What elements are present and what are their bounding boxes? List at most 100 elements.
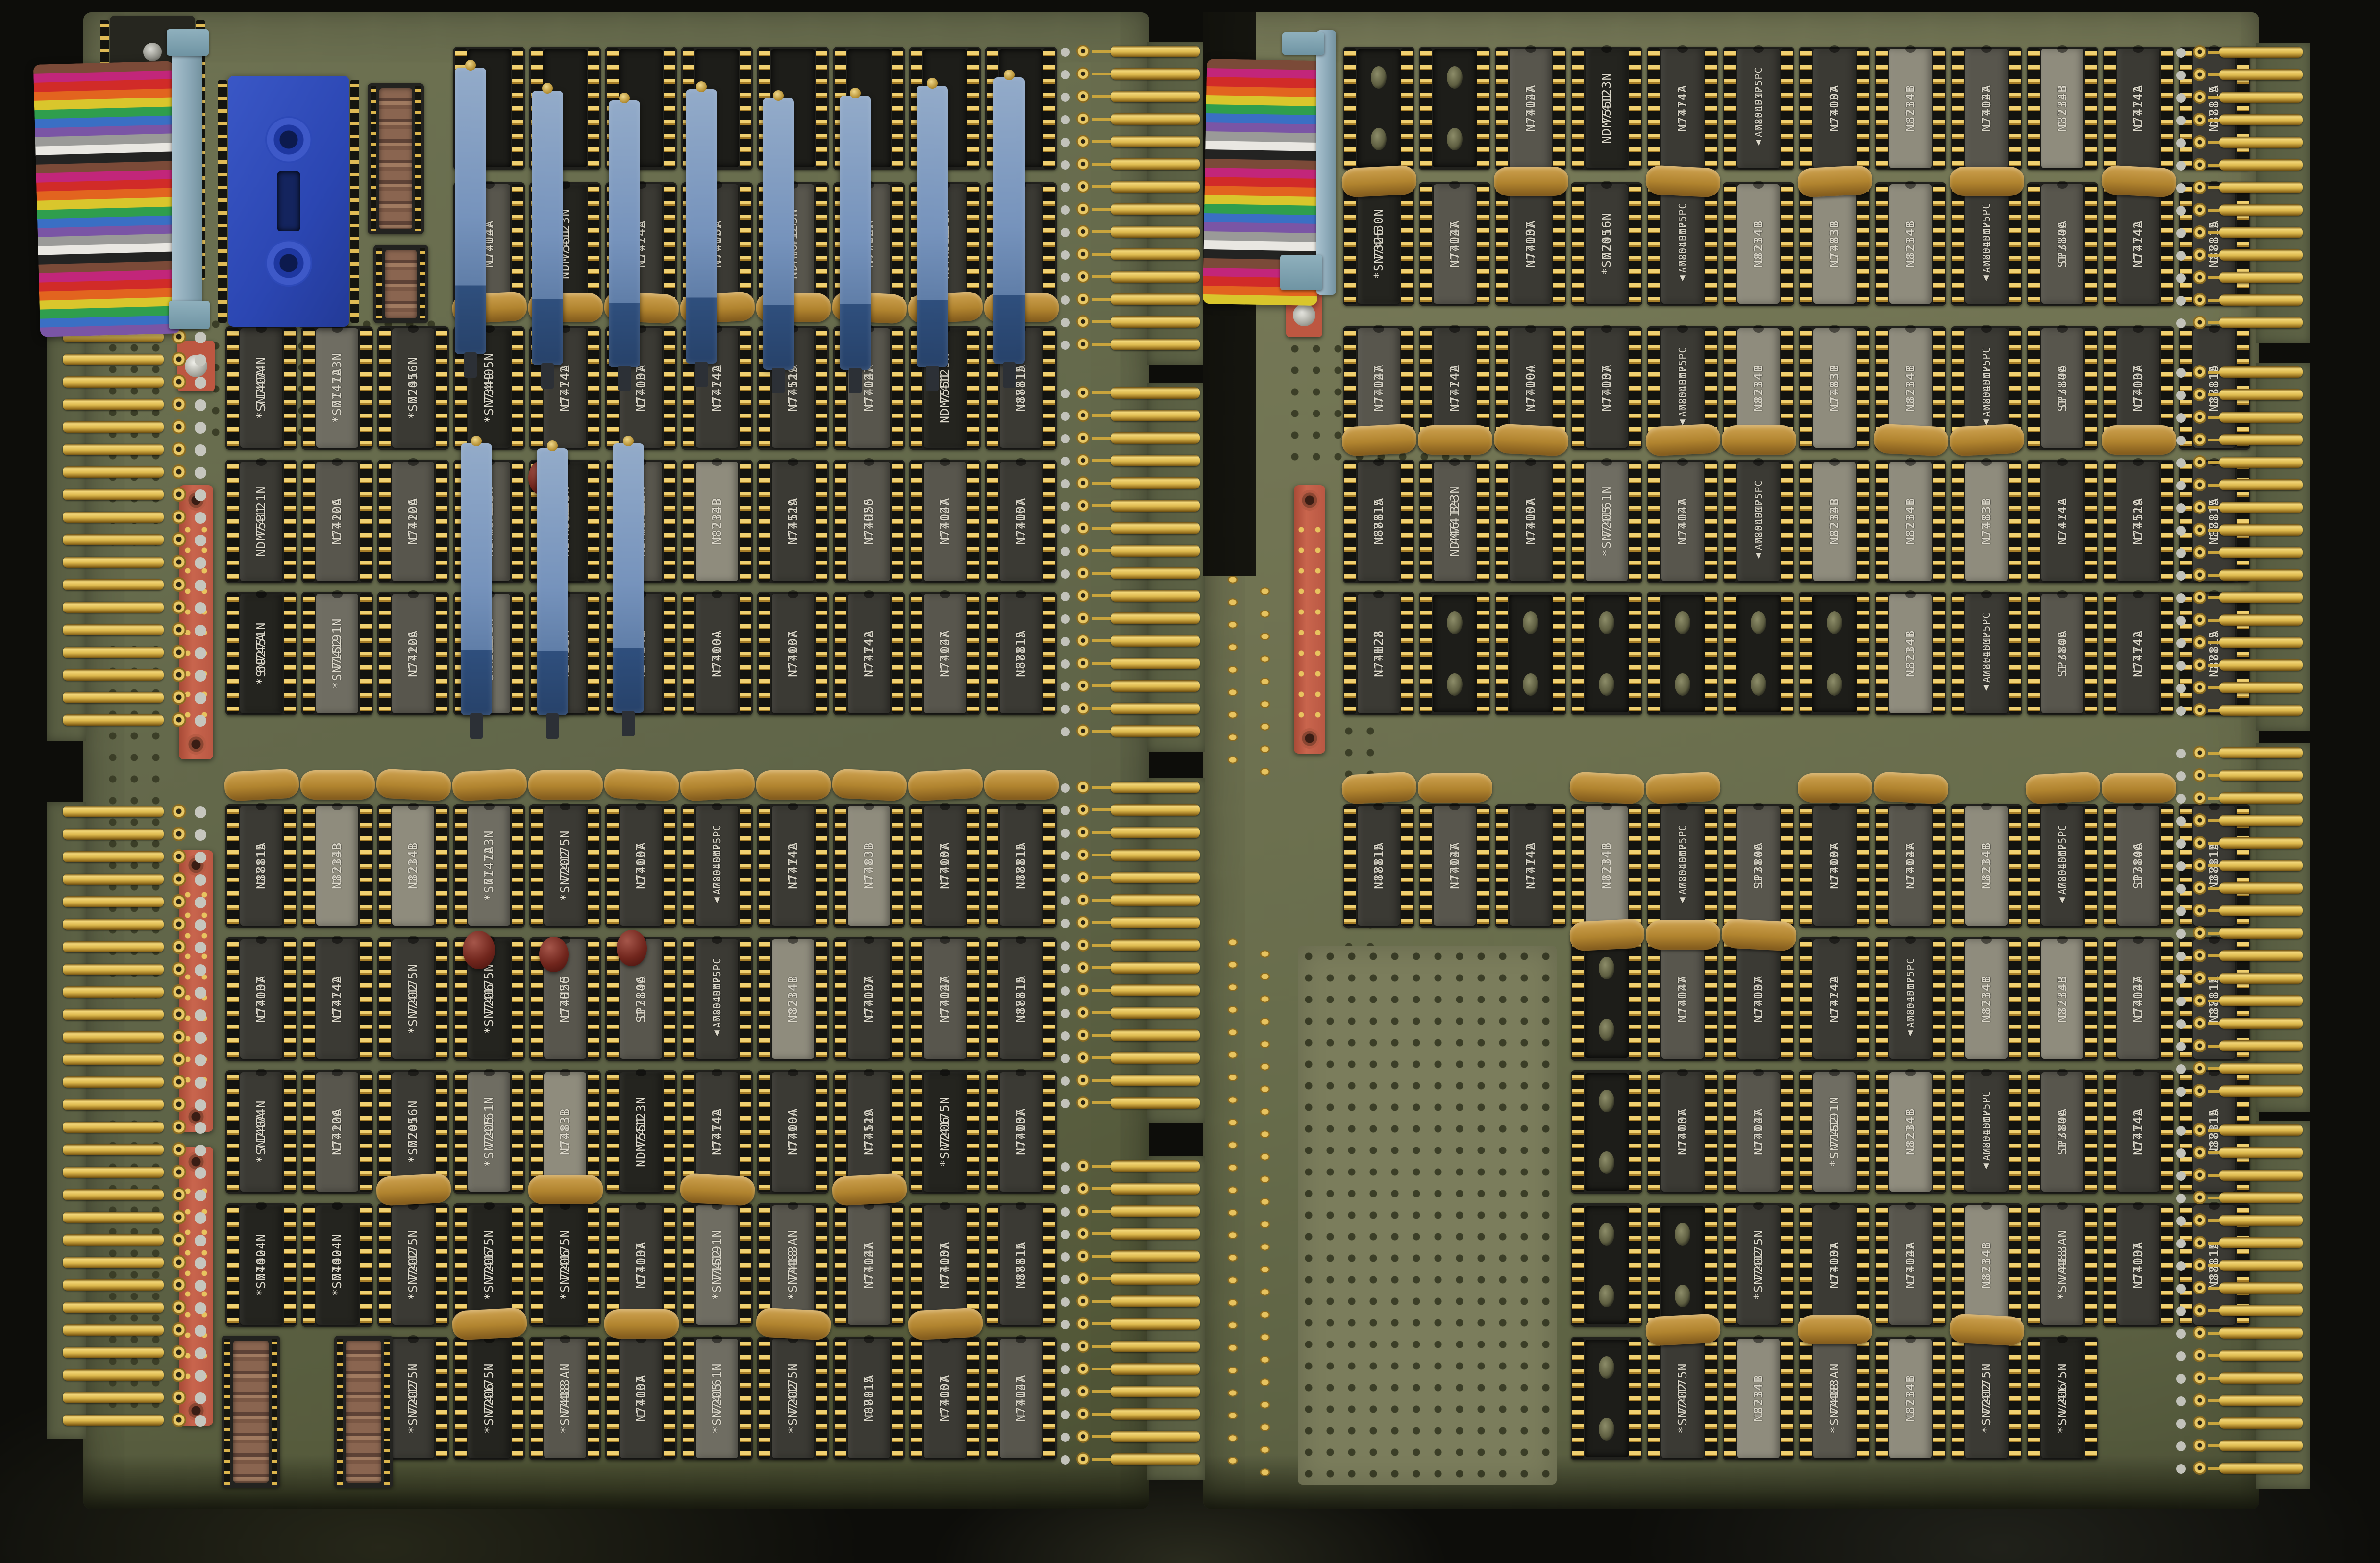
ic-part: N7451A (2131, 498, 2146, 545)
gold-edge-finger (1111, 1007, 1200, 1019)
ic-socket: ▲AM25LS175PC7804DMP (1647, 804, 1718, 928)
ic-chip: □7137N7400A (1510, 462, 1552, 581)
ic-chip: NDM74123N446 B+ (1434, 462, 1476, 581)
ic-socket: □7142N7474A (2103, 1070, 2174, 1194)
gold-edge-finger (63, 829, 164, 840)
gold-edge-finger (1111, 158, 1200, 170)
ic-socket: *SN74175N7206 (909, 1070, 981, 1194)
ribbon-clamp-bottom (1280, 255, 1322, 290)
ic-chip: ▲AM25LS175PC7804DMP (696, 939, 738, 1059)
ic-label: □7127N7404A (924, 465, 966, 577)
gold-edge-finger (1111, 1408, 1200, 1420)
ic-part: N8234B (330, 842, 345, 889)
ic-part: 7551 (1599, 93, 1614, 124)
ic-chip: □7137N7400A (1813, 1205, 1856, 1325)
ic-chip: *SN74175N7206 (468, 1205, 510, 1325)
ic-part: 7551 (634, 1116, 648, 1148)
gold-edge-finger (63, 806, 164, 817)
ic-label: □7141N8234B (1965, 1209, 2008, 1321)
ic-socket (1571, 1203, 1642, 1327)
gold-edge-finger (1111, 849, 1200, 861)
ic-label: □7137N7400A (620, 810, 662, 922)
ic-label: □7133N8234B (1813, 465, 1856, 577)
gold-edge-finger (2219, 502, 2303, 513)
gold-edge-finger (1111, 136, 1200, 147)
gold-edge-finger (1111, 226, 1200, 238)
ic-socket: □7137N7400A (1647, 1070, 1718, 1194)
ic-part: N7400A (1523, 365, 1538, 412)
ic-label: □7137N7400A (1000, 465, 1042, 577)
ic-part: N8234B (1979, 976, 1994, 1023)
gold-edge-finger (2219, 682, 2303, 693)
ic-chip: □7137N7400A (1813, 49, 1856, 168)
gold-edge-finger (1111, 1386, 1200, 1397)
gold-edge-finger (2219, 837, 2303, 849)
ic-socket: ▲AM25LS175PC7804DMP (1951, 1070, 2022, 1194)
ic-part: N7400A (786, 1108, 800, 1155)
ic-label: ▲AM25LS175PC7804DMP (1661, 188, 1704, 300)
ic-socket: □7127N7404A (909, 937, 981, 1061)
ic-label: □7126N7420A (316, 465, 358, 577)
ic-chip: *SN74H30N7326 (1358, 184, 1400, 304)
capacitor (1950, 167, 2024, 196)
ic-part: 7205 (406, 372, 421, 404)
bead-capacitor (463, 931, 495, 969)
gold-edge-finger (2219, 159, 2303, 171)
ic-label: □7137N7400A (1000, 1076, 1042, 1188)
ic-label: □7137N7400A (1661, 1076, 1704, 1188)
ic-part: N8234B (1751, 220, 1766, 268)
trimmer-potentiometer (455, 68, 486, 354)
capacitor (1341, 771, 1417, 805)
empty-socket-well (1585, 595, 1629, 712)
capacitor (604, 1309, 679, 1339)
ic-part: N7400A (1523, 498, 1538, 545)
gold-edge-finger (2219, 457, 2303, 468)
ic-socket: □7137N7400A (2103, 1203, 2174, 1327)
gold-edge-finger (2219, 1192, 2303, 1203)
ic-socket (1571, 592, 1642, 715)
gold-edge-finger (2219, 1327, 2303, 1339)
ic-socket: □7126N7420A (377, 460, 449, 583)
empty-socket-well (1433, 49, 1477, 167)
gold-edge-finger (1111, 455, 1200, 466)
gold-edge-finger (2219, 705, 2303, 716)
ic-chip: *SN7404N7402 (240, 1205, 282, 1325)
ic-part: 7206 (482, 983, 496, 1015)
ic-socket: *SN7474N7140A (225, 1070, 297, 1194)
ic-socket: □7133N8234B (2027, 937, 2098, 1061)
ic-label: □7146SP380A (2041, 188, 2083, 300)
gold-edge-finger (63, 692, 164, 703)
ic-label: □7142N7474A (848, 598, 890, 709)
ic-part: 7804DMP (1751, 86, 1766, 130)
ic-chip: □7137N7400A (1813, 806, 1856, 926)
gold-edge-finger (1111, 1075, 1200, 1086)
gold-edge-finger (2219, 770, 2303, 781)
ic-chip: □7127N7404A (1965, 49, 2008, 168)
capacitor (2102, 773, 2176, 803)
gold-edge-finger (2219, 1085, 2303, 1097)
ic-label: *SN74123N7147A (468, 810, 510, 922)
capacitor (1873, 771, 1949, 805)
ic-part: N8234B (1903, 220, 1918, 268)
ic-label: □7142N7474A (316, 943, 358, 1055)
ic-label: *SN7451N6927A (240, 598, 282, 709)
capacitor (1569, 918, 1645, 952)
socket-slot (277, 171, 300, 231)
ic-socket: □7146SP380A (2103, 804, 2174, 928)
gold-edge-finger (2219, 1260, 2303, 1271)
ic-chip: ▲AM25LS175PC7804DMP (1661, 184, 1704, 304)
ic-label: □7115N8881A (1000, 810, 1042, 922)
ic-socket (1647, 592, 1718, 715)
ic-label: *SN7474N7140A (240, 1076, 282, 1188)
ic-socket: □7137N7400A (1723, 937, 1794, 1061)
ic-label: *SN74175N7202 (1661, 1343, 1704, 1454)
empty-socket-well (1661, 595, 1705, 712)
ic-chip: *SN74161N7205 (1586, 462, 1628, 581)
ic-chip: □7142N7474A (1813, 939, 1856, 1059)
ic-chip: □7131N7483B (544, 1072, 586, 1192)
gold-edge-finger (1111, 46, 1200, 57)
gold-edge-finger (1111, 658, 1200, 669)
capacitor (984, 770, 1059, 800)
gold-edge-finger (1111, 1228, 1200, 1240)
ic-part: 7202 (406, 1383, 421, 1414)
